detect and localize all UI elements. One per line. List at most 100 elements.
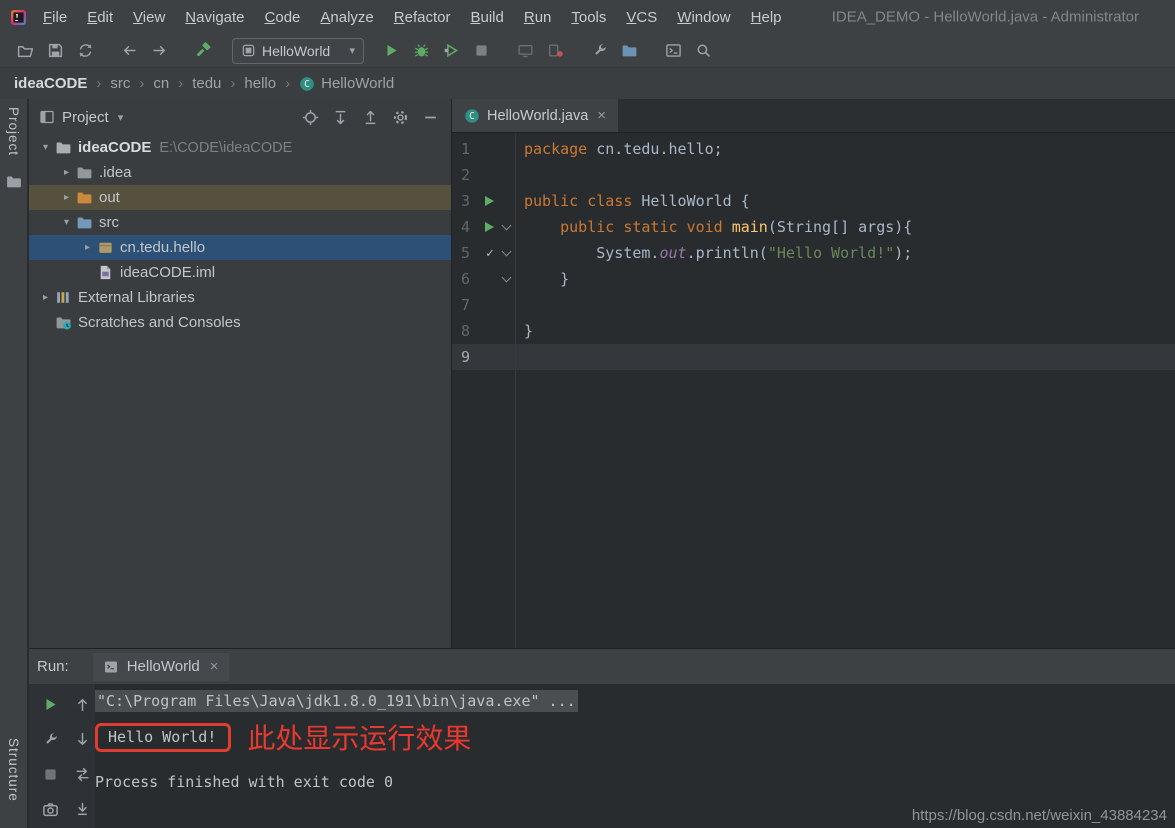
crumb-tedu[interactable]: tedu <box>192 75 221 92</box>
tree-item-label: cn.tedu.hello <box>120 239 205 256</box>
menu-navigate[interactable]: Navigate <box>175 7 254 28</box>
run-gutter-icon[interactable] <box>485 196 494 206</box>
line-number: 8 <box>461 322 476 340</box>
hide-button[interactable] <box>415 103 445 131</box>
terminal-button[interactable] <box>658 37 688 65</box>
project-panel-title[interactable]: Project <box>62 109 109 126</box>
save-all-button[interactable] <box>40 37 70 65</box>
editor-line-8: 8} <box>452 318 1175 344</box>
chevron-right-icon[interactable]: ▸ <box>79 242 96 253</box>
editor-line-7: 7 <box>452 292 1175 318</box>
open-project-button[interactable] <box>10 37 40 65</box>
crumb-ideacode[interactable]: ideaCODE <box>14 75 87 92</box>
wrench-button[interactable] <box>38 729 62 749</box>
menu-analyze[interactable]: Analyze <box>310 7 383 28</box>
stop-button[interactable] <box>466 37 496 65</box>
tree-item-label: Scratches and Consoles <box>78 314 241 331</box>
folder-icon[interactable] <box>5 173 22 190</box>
line-number: 6 <box>461 270 476 288</box>
back-button[interactable] <box>114 37 144 65</box>
expand-all-button[interactable] <box>325 103 355 131</box>
libraries-icon <box>54 289 73 306</box>
fold-icon[interactable] <box>502 247 512 257</box>
tree-item-cn-tedu-hello[interactable]: ▸ cn.tedu.hello <box>29 235 451 260</box>
menu-run[interactable]: Run <box>514 7 562 28</box>
tree-item-src[interactable]: ▾src <box>29 210 451 235</box>
dim-monitor-button[interactable] <box>510 37 540 65</box>
chevron-right-icon[interactable]: ▸ <box>58 167 75 178</box>
menu-build[interactable]: Build <box>460 7 513 28</box>
menu-window[interactable]: Window <box>667 7 740 28</box>
tree-item-out[interactable]: ▸out <box>29 185 451 210</box>
crumb-hello[interactable]: hello <box>244 75 276 92</box>
line-number: 2 <box>461 166 476 184</box>
toolwindow-button-structure[interactable]: Structure <box>6 738 21 802</box>
tree-item-external-libraries[interactable]: ▸External Libraries <box>29 285 451 310</box>
line-number: 3 <box>461 192 476 210</box>
toolbar-separator <box>174 50 188 51</box>
fold-icon[interactable] <box>502 273 512 283</box>
code-text: System.out.println("Hello World!"); <box>516 244 912 262</box>
settings-folder-button[interactable] <box>614 37 644 65</box>
chevron-right-icon[interactable]: ▸ <box>58 192 75 203</box>
tree-item-scratches-and-consoles[interactable]: Scratches and Consoles <box>29 310 451 335</box>
console-output-row: Hello World! 此处显示运行效果 <box>95 717 1175 757</box>
menu-code[interactable]: Code <box>255 7 311 28</box>
toolwindow-icon <box>39 109 55 125</box>
crumb-src[interactable]: src <box>110 75 130 92</box>
menu-file[interactable]: File <box>33 7 77 28</box>
menu-help[interactable]: Help <box>741 7 792 28</box>
attach-debugger-button[interactable] <box>540 37 570 65</box>
collapse-all-button[interactable] <box>355 103 385 131</box>
forward-button[interactable] <box>144 37 174 65</box>
swap-arrows-button[interactable] <box>70 764 94 784</box>
menu-vcs[interactable]: VCS <box>616 7 667 28</box>
run-with-coverage-button[interactable] <box>436 37 466 65</box>
down-arrow-button[interactable] <box>70 729 94 749</box>
chevron-down-icon[interactable]: ▾ <box>37 142 54 153</box>
settings-gear-button[interactable] <box>385 103 415 131</box>
tab-title: HelloWorld.java <box>487 108 588 124</box>
tree-item-ideacode[interactable]: ▾ideaCODEE:\CODE\ideaCODE <box>29 135 451 160</box>
menu-view[interactable]: View <box>123 7 175 28</box>
menu-edit[interactable]: Edit <box>77 7 123 28</box>
run-button[interactable] <box>376 37 406 65</box>
tab-run-helloworld[interactable]: HelloWorld × <box>93 653 229 681</box>
run-config-combo[interactable]: HelloWorld ▾ <box>232 38 364 64</box>
menu-tools[interactable]: Tools <box>561 7 616 28</box>
crumb-cn[interactable]: cn <box>153 75 169 92</box>
debug-button[interactable] <box>406 37 436 65</box>
gutter: 9 <box>452 344 516 370</box>
rerun-button[interactable] <box>38 694 62 714</box>
build-hammer-button[interactable] <box>188 37 218 65</box>
project-panel: Project ▾ ▾ideaCODEE:\CODE\ideaCODE▸.ide… <box>29 99 451 648</box>
console-command-text: "C:\Program Files\Java\jdk1.8.0_191\bin\… <box>95 690 578 712</box>
close-icon[interactable]: × <box>597 107 606 124</box>
fold-icon[interactable] <box>502 221 512 231</box>
crumb-helloworld[interactable]: CHelloWorld <box>299 75 394 92</box>
select-opened-file-button[interactable] <box>295 103 325 131</box>
chevron-right-icon[interactable]: ▸ <box>37 292 54 303</box>
breadcrumb-separator: › <box>230 75 235 92</box>
search-button[interactable] <box>688 37 718 65</box>
toolwindow-button-project[interactable]: Project <box>6 107 21 156</box>
scroll-end-button[interactable] <box>70 799 94 819</box>
synchronize-button[interactable] <box>70 37 100 65</box>
close-icon[interactable]: × <box>210 658 219 675</box>
wrench-button[interactable] <box>584 37 614 65</box>
project-panel-header: Project ▾ <box>29 99 451 135</box>
editor: C HelloWorld.java × 1package cn.tedu.hel… <box>451 99 1175 648</box>
run-gutter-icon[interactable] <box>485 222 494 232</box>
menu-refactor[interactable]: Refactor <box>384 7 461 28</box>
up-arrow-button[interactable] <box>70 694 94 714</box>
tree-item-idea[interactable]: ▸.idea <box>29 160 451 185</box>
camera-button[interactable] <box>38 799 62 819</box>
tab-helloworld-java[interactable]: C HelloWorld.java × <box>452 99 618 132</box>
code-text: package cn.tedu.hello; <box>516 140 723 158</box>
breadcrumb-separator: › <box>285 75 290 92</box>
chevron-down-icon[interactable]: ▾ <box>58 217 75 228</box>
stop-dim-button[interactable] <box>38 764 62 784</box>
tree-item-ideacode-iml[interactable]: ideaCODE.iml <box>29 260 451 285</box>
chevron-down-icon[interactable]: ▾ <box>118 111 124 124</box>
code-area[interactable]: 1package cn.tedu.hello;23public class He… <box>452 134 1175 648</box>
